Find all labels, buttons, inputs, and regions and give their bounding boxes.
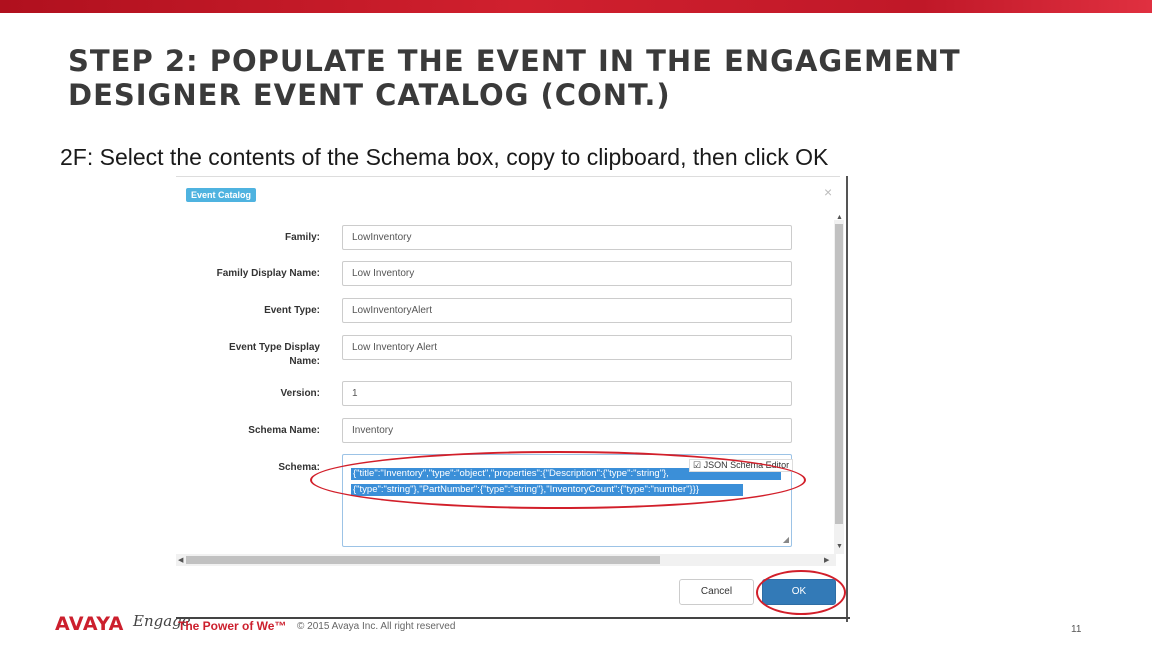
avaya-logo: AVAYA [55, 613, 124, 635]
dialog-edge [846, 176, 848, 622]
top-accent-bar [0, 0, 1152, 13]
family-display-name-input[interactable]: Low Inventory [342, 261, 792, 286]
vertical-scrollbar[interactable] [834, 220, 844, 554]
horizontal-scrollbar[interactable] [176, 554, 836, 566]
page-number: 11 [1071, 624, 1082, 635]
family-input[interactable]: LowInventory [342, 225, 792, 250]
footer-copyright: © 2015 Avaya Inc. All right reserved [297, 621, 456, 632]
cancel-button[interactable]: Cancel [679, 579, 754, 605]
schema-name-input[interactable]: Inventory [342, 418, 792, 443]
vertical-scrollbar-thumb[interactable] [835, 224, 843, 524]
footer-tagline: The Power of We™ [178, 619, 287, 633]
family-display-name-label: Family Display Name: [216, 268, 320, 279]
schema-name-label: Schema Name: [248, 425, 320, 436]
event-type-input[interactable]: LowInventoryAlert [342, 298, 792, 323]
instruction-text: 2F: Select the contents of the Schema bo… [60, 144, 829, 170]
event-type-label: Event Type: [264, 305, 320, 316]
family-label: Family: [284, 232, 320, 243]
dialog-divider [176, 176, 840, 177]
slide-title: STEP 2: POPULATE THE EVENT IN THE ENGAGE… [68, 44, 961, 112]
version-input[interactable]: 1 [342, 381, 792, 406]
resize-grip-icon[interactable]: ◢ [783, 535, 789, 544]
dialog-title: Event Catalog [186, 188, 257, 202]
ok-highlight-ellipse [756, 570, 846, 615]
event-type-display-name-label: Event Type Display Name: [229, 342, 320, 367]
event-type-display-name-input[interactable]: Low Inventory Alert [342, 335, 792, 360]
schema-highlight-ellipse [310, 451, 806, 509]
schema-label: Schema: [278, 462, 320, 473]
version-label: Version: [280, 388, 320, 399]
close-icon[interactable]: × [824, 184, 832, 200]
scroll-up-icon[interactable]: ▲ [836, 214, 843, 221]
horizontal-scrollbar-thumb[interactable] [186, 556, 660, 564]
scroll-down-icon[interactable]: ▼ [836, 543, 843, 550]
event-catalog-dialog: Event Catalog × Family: LowInventory Fam… [176, 176, 850, 622]
scroll-right-icon[interactable]: ▶ [824, 556, 829, 564]
scroll-left-icon[interactable]: ◀ [178, 556, 183, 564]
